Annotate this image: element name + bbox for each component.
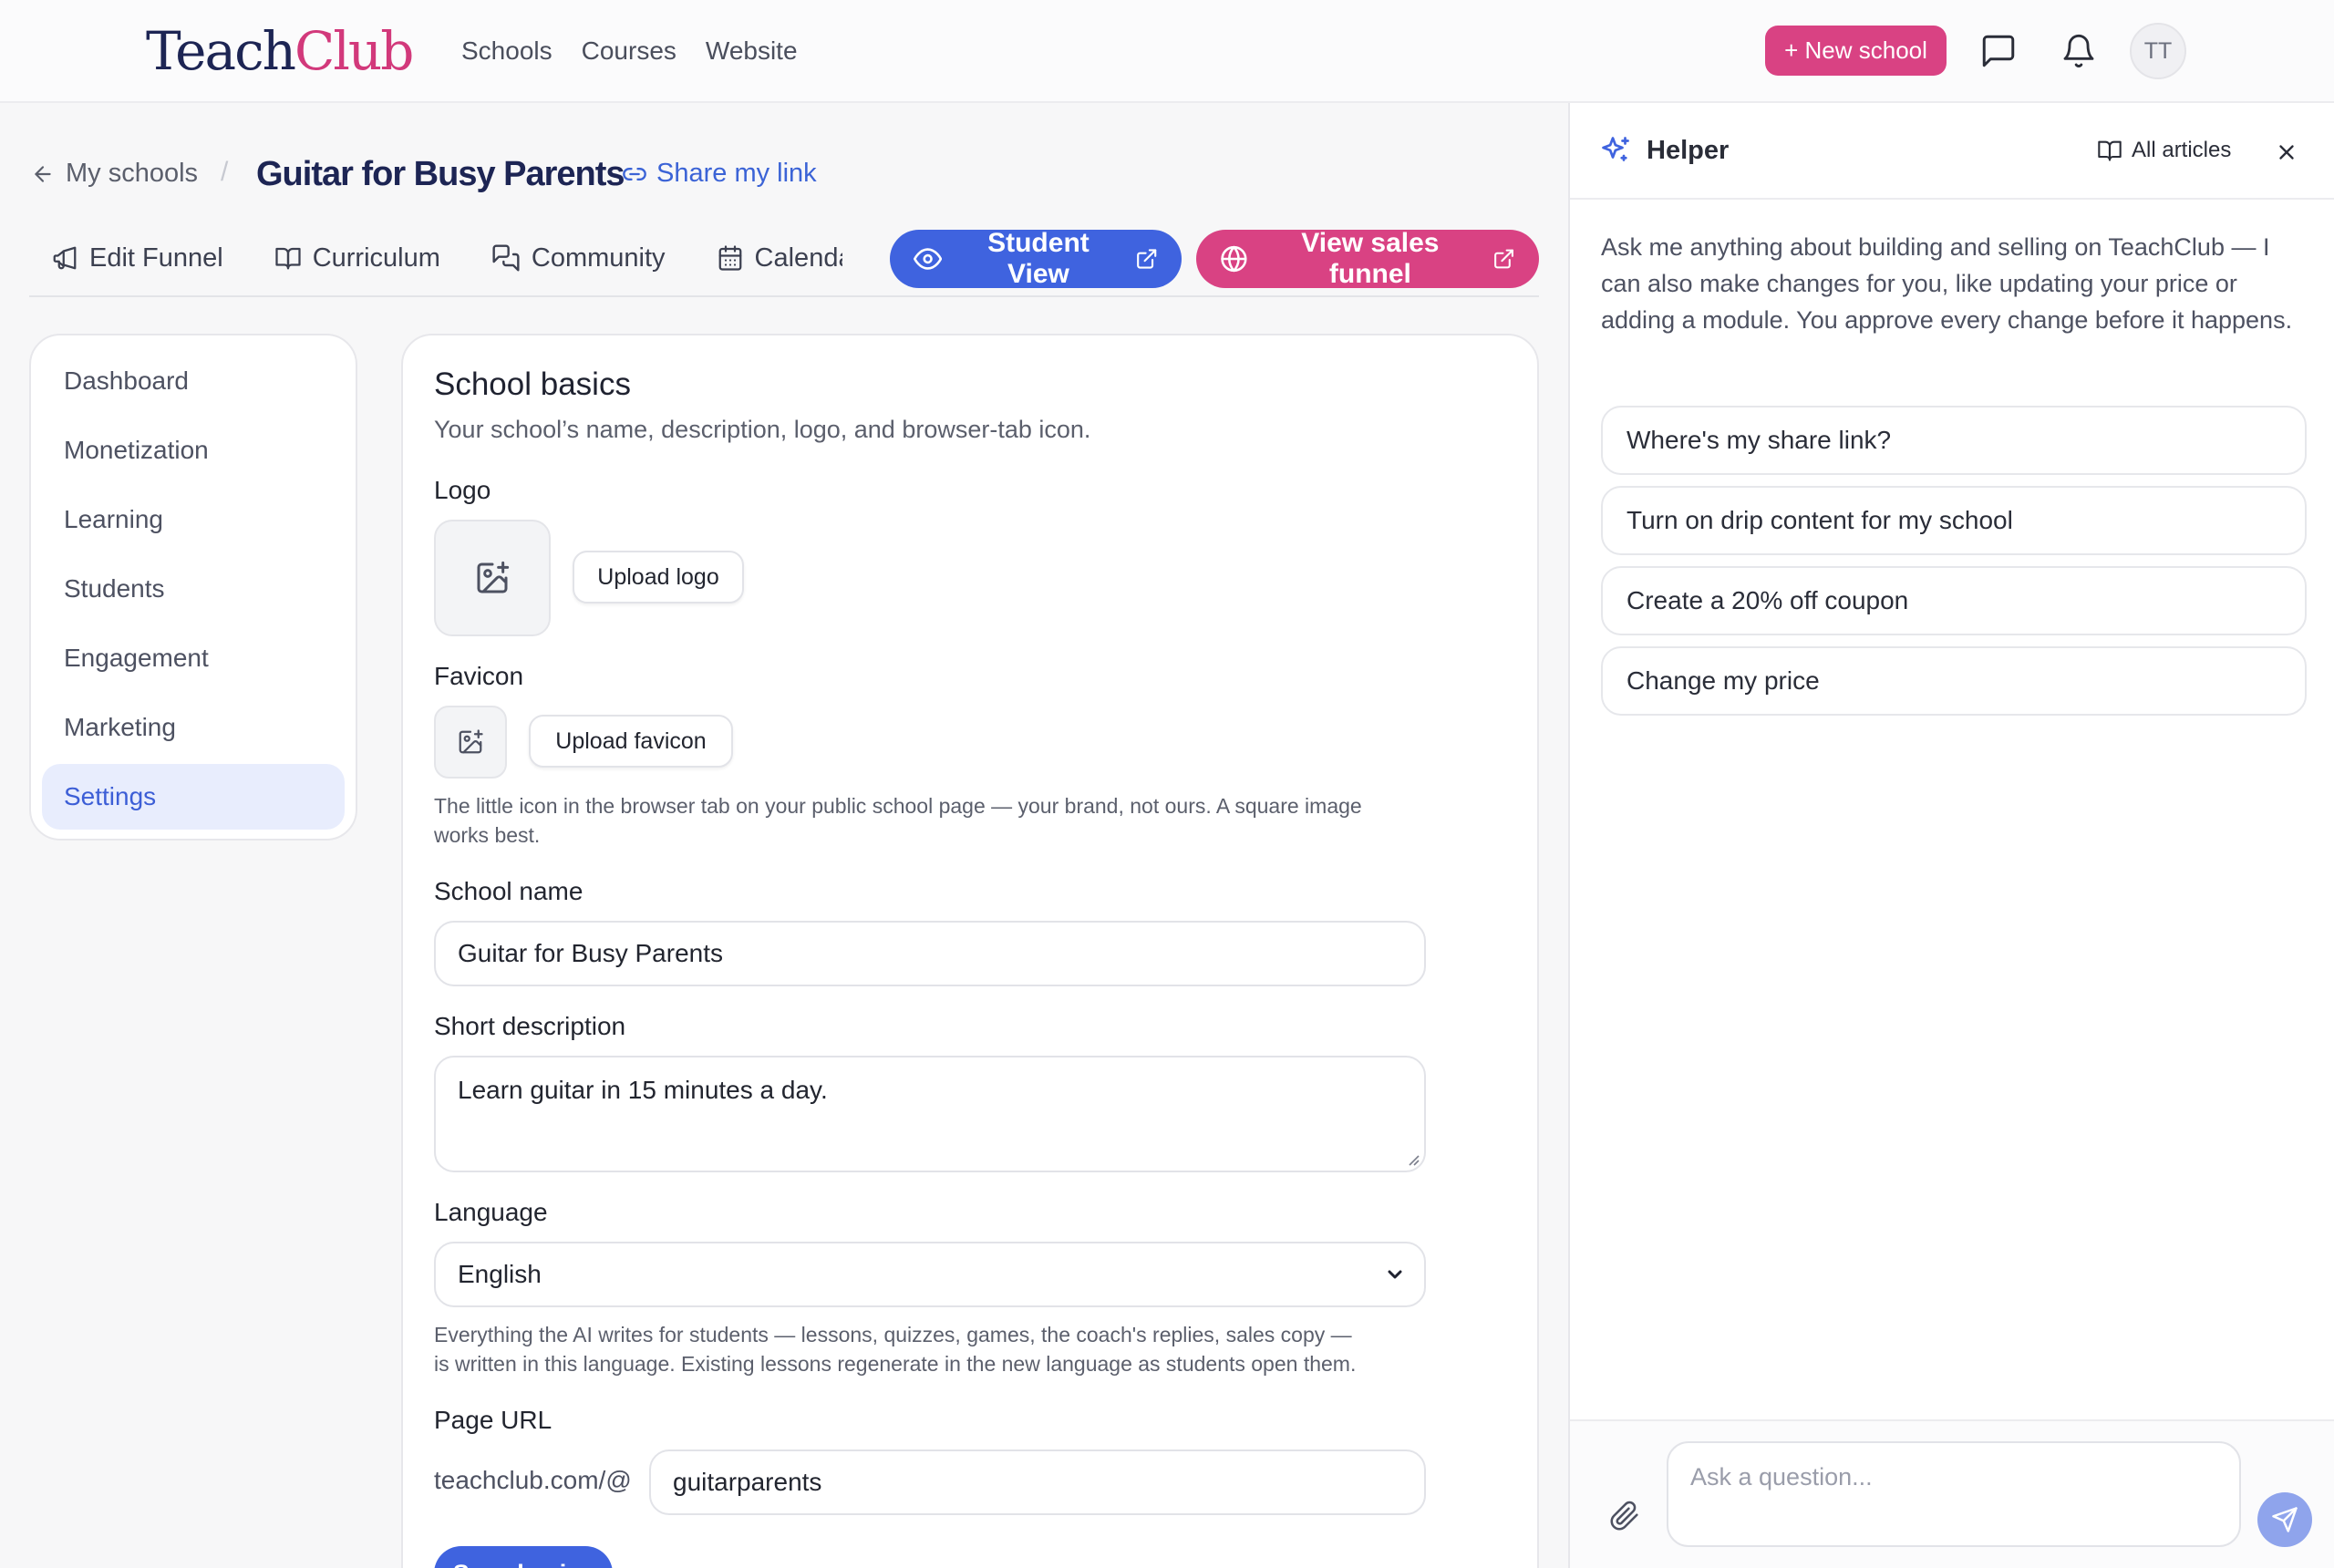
upload-logo-button[interactable]: Upload logo <box>573 551 744 603</box>
top-nav-links: Schools Courses Website <box>461 33 798 69</box>
back-to-my-schools[interactable]: My schools <box>31 159 198 189</box>
helper-intro-text: Ask me anything about building and selli… <box>1601 233 2293 334</box>
sidebar-item-settings[interactable]: Settings <box>42 764 345 830</box>
teachclub-logo[interactable]: TeachClub <box>146 16 414 86</box>
language-select[interactable]: English <box>434 1242 1426 1307</box>
sidebar-item-engagement[interactable]: Engagement <box>42 625 345 691</box>
suggestion-share-link[interactable]: Where's my share link? <box>1601 406 2307 475</box>
sidebar-item-learning[interactable]: Learning <box>42 487 345 552</box>
send-button[interactable] <box>2257 1492 2312 1547</box>
bell-icon[interactable] <box>2059 31 2099 71</box>
link-icon <box>623 167 646 181</box>
back-label: My schools <box>66 159 199 188</box>
helper-title-label: Helper <box>1647 135 1730 165</box>
external-link-icon <box>1494 249 1513 269</box>
share-link-label: Share my link <box>656 159 817 188</box>
student-view-label: Student View <box>987 228 1090 289</box>
nav-schools[interactable]: Schools <box>461 33 553 69</box>
school-basics-card: School basics Your school’s name, descri… <box>401 334 1539 1568</box>
favicon-preview[interactable] <box>434 706 507 779</box>
section-subtitle: Your school’s name, description, logo, a… <box>434 416 1091 443</box>
school-tabs: Edit Funnel Curriculum Community Calenda… <box>51 241 842 275</box>
tab-label: Community <box>531 242 666 273</box>
short-description-label: Short description <box>434 1012 626 1040</box>
student-view-button[interactable]: Student View <box>890 228 1182 289</box>
language-label: Language <box>434 1198 548 1226</box>
logo-preview[interactable] <box>434 520 551 636</box>
logo-text-teach: Teach <box>146 20 296 82</box>
language-help-line-2: is written in this language. Existing le… <box>434 1352 1357 1376</box>
close-icon[interactable] <box>2270 136 2303 169</box>
sales-funnel-label: View sales funnel <box>1301 228 1440 289</box>
page-url-label: Page URL <box>434 1406 553 1434</box>
tab-curriculum[interactable]: Curriculum <box>274 241 440 275</box>
section-title: School basics <box>434 366 631 402</box>
nav-courses[interactable]: Courses <box>582 33 676 69</box>
language-value: English <box>458 1260 542 1288</box>
page-title: Guitar for Busy Parents <box>256 155 625 193</box>
book-open-icon <box>2098 140 2122 161</box>
tab-label: Edit Funnel <box>89 242 223 273</box>
sparkles-icon <box>1602 137 1629 161</box>
calendar-icon <box>718 245 741 271</box>
tab-community[interactable]: Community <box>491 241 666 275</box>
favicon-label: Favicon <box>434 662 524 690</box>
chevron-down-icon <box>1388 1270 1402 1279</box>
favicon-help-line-1: The little icon in the browser tab on yo… <box>434 794 1362 818</box>
all-articles-label: All articles <box>2132 138 2232 162</box>
settings-sidebar: Dashboard Monetization Learning Students… <box>29 334 357 841</box>
upload-favicon-button[interactable]: Upload favicon <box>529 715 733 768</box>
nav-website[interactable]: Website <box>706 33 798 69</box>
share-my-link[interactable]: Share my link <box>622 159 817 189</box>
tab-label: Curriculum <box>312 242 440 273</box>
short-description-textarea[interactable]: Learn guitar in 15 minutes a day. <box>434 1056 1426 1172</box>
school-name-input[interactable]: Guitar for Busy Parents <box>434 921 1426 986</box>
message-square-icon[interactable] <box>1978 31 2019 71</box>
language-help-line-1: Everything the AI writes for students — … <box>434 1323 1352 1346</box>
tabs-divider <box>29 295 1539 297</box>
tab-calendar[interactable]: Calendar <box>717 241 842 275</box>
megaphone-icon <box>53 246 77 270</box>
helper-title: Helper <box>1599 134 1729 167</box>
user-avatar[interactable]: TT <box>2130 23 2186 79</box>
view-sales-funnel-button[interactable]: View sales funnel <box>1196 228 1539 289</box>
breadcrumb-separator: / <box>221 157 229 187</box>
book-open-icon <box>275 247 301 270</box>
page-url-input[interactable]: guitarparents <box>649 1449 1426 1515</box>
school-name-value: Guitar for Busy Parents <box>458 939 724 967</box>
sidebar-item-dashboard[interactable]: Dashboard <box>42 348 345 414</box>
short-description-value: Learn guitar in 15 minutes a day. <box>458 1076 828 1104</box>
helper-panel: Helper All articles Ask me anything abou… <box>1568 103 2334 1568</box>
sidebar-item-monetization[interactable]: Monetization <box>42 418 345 483</box>
external-link-icon <box>1136 249 1156 269</box>
page-url-value: guitarparents <box>673 1468 822 1496</box>
suggestion-change-price[interactable]: Change my price <box>1601 646 2307 716</box>
school-name-label: School name <box>434 877 584 905</box>
image-plus-icon <box>477 561 510 593</box>
favicon-help-line-2: works best. <box>434 823 541 847</box>
logo-text-club: Club <box>294 20 414 82</box>
new-school-button[interactable]: + New school <box>1765 26 1947 76</box>
ask-question-placeholder: Ask a question... <box>1690 1463 1873 1491</box>
eye-icon <box>914 248 943 270</box>
arrow-left-icon <box>35 165 51 182</box>
logo-label: Logo <box>434 476 491 504</box>
messages-icon <box>492 244 520 272</box>
all-articles-link[interactable]: All articles <box>2097 138 2231 163</box>
save-basics-button[interactable]: Save basics <box>434 1546 613 1568</box>
tab-edit-funnel[interactable]: Edit Funnel <box>51 241 223 275</box>
paperclip-icon[interactable] <box>1606 1496 1643 1536</box>
suggestion-drip-content[interactable]: Turn on drip content for my school <box>1601 486 2307 555</box>
globe-icon <box>1221 245 1247 273</box>
send-icon <box>2272 1507 2298 1532</box>
sidebar-item-students[interactable]: Students <box>42 556 345 622</box>
resize-handle-icon[interactable] <box>1404 1150 1420 1167</box>
image-plus-icon <box>459 729 483 754</box>
tab-label: Calendar <box>754 242 842 273</box>
top-navigation-bar: TeachClub Schools Courses Website + New … <box>0 0 2334 103</box>
sidebar-item-marketing[interactable]: Marketing <box>42 695 345 760</box>
suggestion-coupon[interactable]: Create a 20% off coupon <box>1601 566 2307 635</box>
ask-question-input[interactable]: Ask a question... <box>1667 1441 2241 1547</box>
page-url-prefix: teachclub.com/@ <box>434 1466 632 1494</box>
